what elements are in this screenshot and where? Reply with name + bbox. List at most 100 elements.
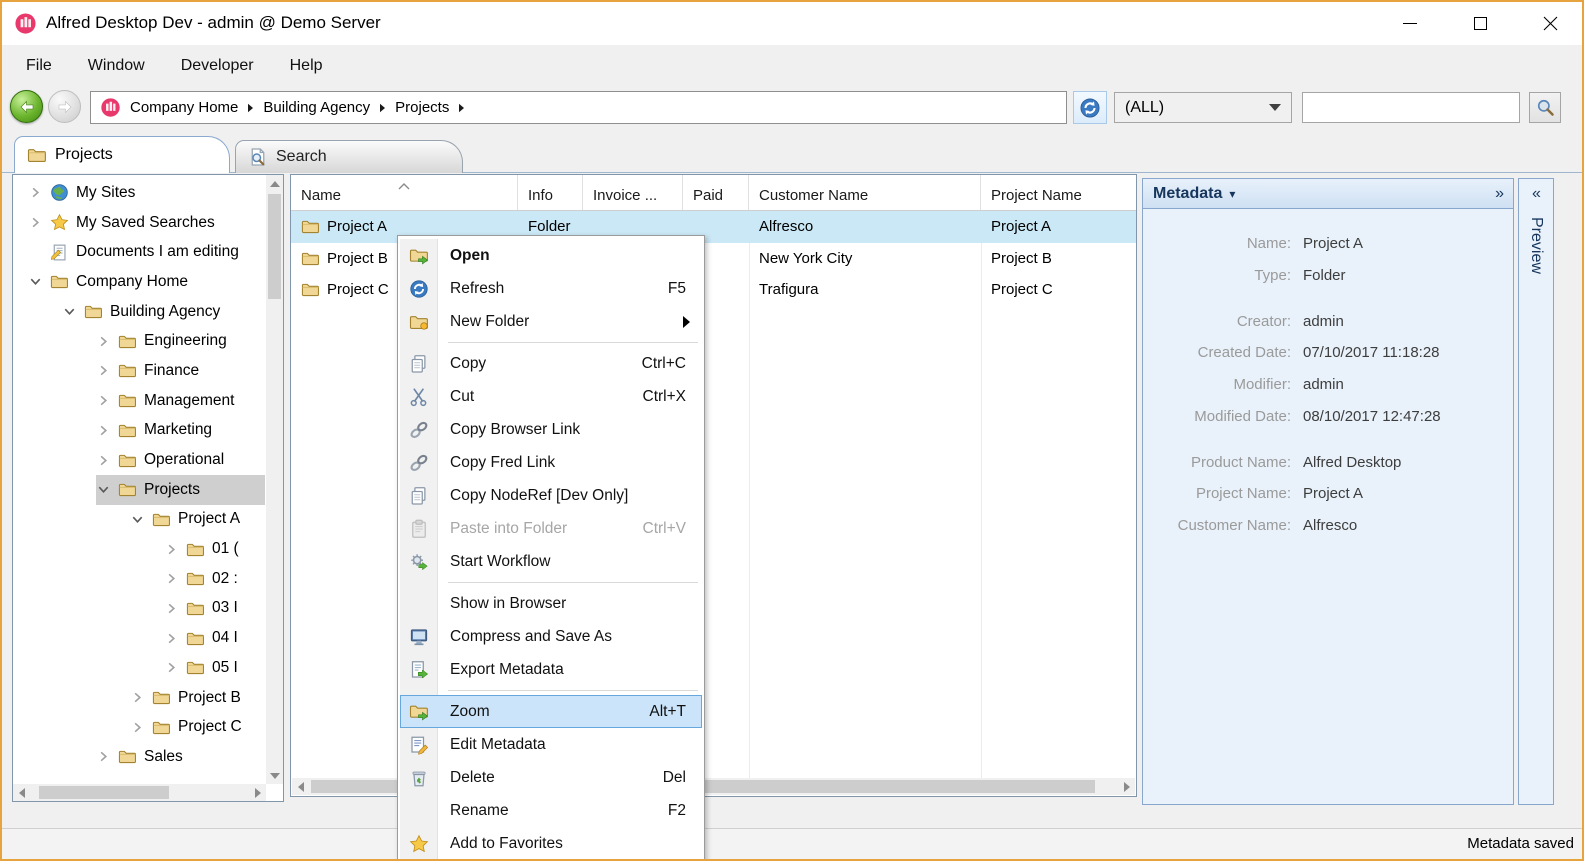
- tree-item-building-agency[interactable]: Building Agency: [14, 297, 265, 327]
- menu-window[interactable]: Window: [88, 57, 145, 75]
- search-input[interactable]: [1302, 92, 1520, 123]
- tree-item-engineering[interactable]: Engineering: [14, 326, 265, 356]
- tree-item-my-sites[interactable]: My Sites: [14, 178, 265, 208]
- tree-item-project-a[interactable]: Project A: [14, 505, 265, 535]
- maximize-button[interactable]: [1457, 2, 1503, 45]
- metadata-panel-header[interactable]: Metadata ▾ »: [1143, 179, 1513, 209]
- field-value: Alfred Desktop: [1303, 454, 1401, 473]
- menu-item-rename[interactable]: RenameF2: [400, 794, 702, 827]
- chevron-down-icon[interactable]: ▾: [1229, 187, 1235, 201]
- chevron-right-icon[interactable]: [96, 423, 111, 438]
- chevron-right-icon[interactable]: [164, 542, 179, 557]
- chevron-right-icon[interactable]: [96, 363, 111, 378]
- tree-item-marketing[interactable]: Marketing: [14, 416, 265, 446]
- breadcrumb-arrow-icon[interactable]: [247, 103, 254, 113]
- forward-button[interactable]: [48, 90, 81, 123]
- chevron-down-icon[interactable]: [28, 274, 43, 289]
- tree-item-05-i[interactable]: 05 I: [14, 653, 265, 683]
- chevron-right-icon[interactable]: [96, 334, 111, 349]
- column-header-project-name[interactable]: Project Name: [981, 175, 1136, 210]
- chevron-right-icon[interactable]: [96, 749, 111, 764]
- chevron-right-icon[interactable]: [164, 601, 179, 616]
- chevron-right-icon[interactable]: [96, 393, 111, 408]
- column-header-info[interactable]: Info: [518, 175, 583, 210]
- tree-item-project-c[interactable]: Project C: [14, 712, 265, 742]
- chevron-right-icon[interactable]: [164, 660, 179, 675]
- tree-item-company-home[interactable]: Company Home: [14, 267, 265, 297]
- tree-item-02-[interactable]: 02 :: [14, 564, 265, 594]
- close-button[interactable]: [1527, 2, 1573, 45]
- column-header-invoice-[interactable]: Invoice ...: [583, 175, 683, 210]
- menu-item-copy[interactable]: CopyCtrl+C: [400, 347, 702, 380]
- tree-vscroll-thumb[interactable]: [268, 194, 281, 299]
- tree-vertical-scrollbar[interactable]: [266, 175, 283, 784]
- chevron-down-icon[interactable]: [96, 482, 111, 497]
- scroll-right-arrow[interactable]: [249, 784, 266, 801]
- scroll-left-arrow[interactable]: [13, 784, 30, 801]
- filter-dropdown[interactable]: (ALL): [1114, 92, 1292, 123]
- menu-item-copy-browser-link[interactable]: Copy Browser Link: [400, 413, 702, 446]
- breadcrumb-arrow-icon[interactable]: [379, 103, 386, 113]
- breadcrumb-item[interactable]: Company Home: [130, 99, 238, 116]
- chevron-right-icon[interactable]: [96, 453, 111, 468]
- menu-item-zoom[interactable]: ZoomAlt+T: [400, 695, 702, 728]
- chevron-down-icon[interactable]: [130, 512, 145, 527]
- tree-item-04-i[interactable]: 04 I: [14, 623, 265, 653]
- tab-projects[interactable]: Projects: [14, 136, 230, 173]
- tree-item-01-[interactable]: 01 (: [14, 534, 265, 564]
- menu-item-add-to-favorites[interactable]: Add to Favorites: [400, 827, 702, 860]
- menu-item-edit-metadata[interactable]: Edit Metadata: [400, 728, 702, 761]
- menu-item-copy-noderef-dev-only-[interactable]: Copy NodeRef [Dev Only]: [400, 479, 702, 512]
- chevron-down-icon[interactable]: [62, 304, 77, 319]
- menu-item-export-metadata[interactable]: Export Metadata: [400, 653, 702, 686]
- tree-item-sales[interactable]: Sales: [14, 742, 265, 772]
- menu-item-new-folder[interactable]: New Folder: [400, 305, 702, 338]
- menu-item-delete[interactable]: DeleteDel: [400, 761, 702, 794]
- cell-value: Folder: [528, 218, 571, 235]
- chevron-right-icon[interactable]: [28, 185, 43, 200]
- breadcrumb-item[interactable]: Projects: [395, 99, 449, 116]
- tree-item-my-saved-searches[interactable]: My Saved Searches: [14, 208, 265, 238]
- breadcrumb-arrow-icon[interactable]: [458, 103, 465, 113]
- tree-item-projects[interactable]: Projects: [14, 475, 265, 505]
- tree-item-finance[interactable]: Finance: [14, 356, 265, 386]
- menu-file[interactable]: File: [26, 57, 52, 75]
- chevron-right-icon[interactable]: [164, 571, 179, 586]
- preview-panel-collapsed[interactable]: « Preview: [1518, 178, 1554, 805]
- chevron-right-icon[interactable]: [164, 631, 179, 646]
- menu-item-cut[interactable]: CutCtrl+X: [400, 380, 702, 413]
- expand-panel-icon[interactable]: »: [1495, 185, 1503, 203]
- column-header-customer-name[interactable]: Customer Name: [749, 175, 981, 210]
- column-header-paid[interactable]: Paid: [683, 175, 749, 210]
- tree-horizontal-scrollbar[interactable]: [13, 784, 266, 801]
- refresh-button[interactable]: [1073, 91, 1107, 124]
- menu-item-copy-fred-link[interactable]: Copy Fred Link: [400, 446, 702, 479]
- chevron-right-icon[interactable]: [130, 720, 145, 735]
- menu-help[interactable]: Help: [290, 57, 323, 75]
- tab-search[interactable]: Search: [235, 140, 463, 173]
- tree-item-project-b[interactable]: Project B: [14, 683, 265, 713]
- tree-item-03-i[interactable]: 03 I: [14, 594, 265, 624]
- minimize-button[interactable]: [1387, 2, 1433, 45]
- tree-item-management[interactable]: Management: [14, 386, 265, 416]
- menu-item-show-in-browser[interactable]: Show in Browser: [400, 587, 702, 620]
- menu-item-compress-and-save-as[interactable]: Compress and Save As: [400, 620, 702, 653]
- collapse-panel-icon[interactable]: «: [1519, 185, 1553, 203]
- tree-item-operational[interactable]: Operational: [14, 445, 265, 475]
- scroll-down-arrow[interactable]: [266, 767, 283, 784]
- scroll-left-arrow[interactable]: [292, 778, 309, 795]
- breadcrumb-item[interactable]: Building Agency: [263, 99, 370, 116]
- column-header-name[interactable]: Name: [291, 175, 518, 210]
- chevron-right-icon[interactable]: [28, 215, 43, 230]
- back-button[interactable]: [10, 90, 43, 123]
- scroll-right-arrow[interactable]: [1118, 778, 1135, 795]
- menu-item-refresh[interactable]: RefreshF5: [400, 272, 702, 305]
- tree-item-documents-i-am-editing[interactable]: Documents I am editing: [14, 237, 265, 267]
- menu-developer[interactable]: Developer: [181, 57, 254, 75]
- scroll-up-arrow[interactable]: [266, 175, 283, 192]
- menu-item-open[interactable]: Open: [400, 239, 702, 272]
- chevron-right-icon[interactable]: [130, 690, 145, 705]
- tree-hscroll-thumb[interactable]: [39, 786, 169, 799]
- menu-item-start-workflow[interactable]: Start Workflow: [400, 545, 702, 578]
- search-button[interactable]: [1529, 92, 1561, 123]
